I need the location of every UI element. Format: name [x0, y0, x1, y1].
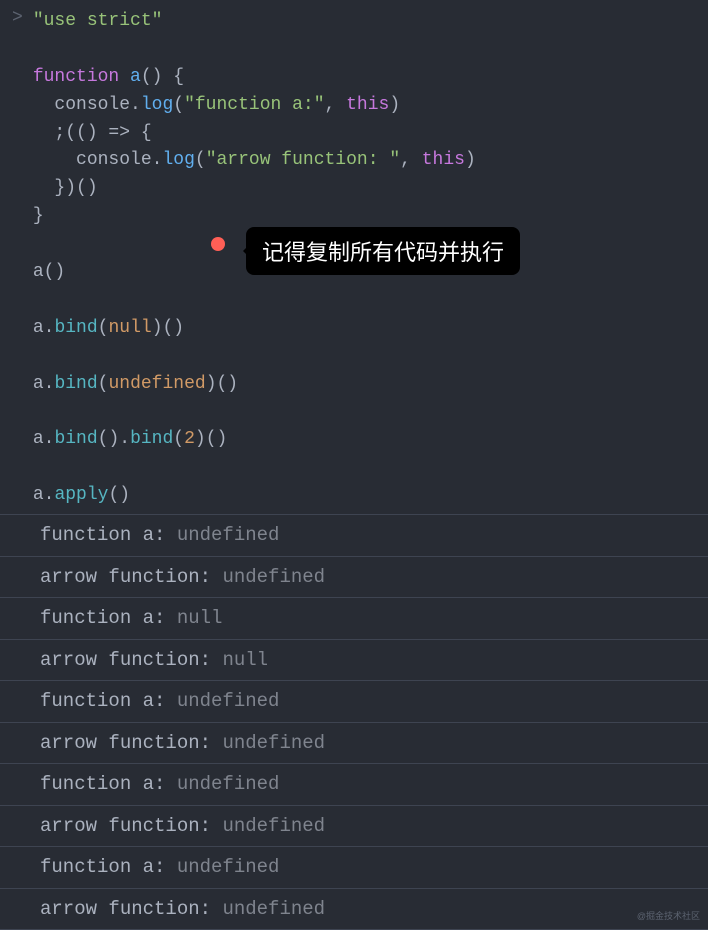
paren: ( [98, 374, 109, 394]
dot: . [44, 429, 55, 449]
parens: () [163, 318, 185, 338]
ident-a: a [33, 429, 44, 449]
ident-a: a [33, 374, 44, 394]
output-value: undefined [177, 690, 280, 712]
dot: . [130, 95, 141, 115]
brace: } [33, 206, 44, 226]
output-label: function a: [40, 607, 165, 629]
tooltip-text: 记得复制所有代码并执行 [262, 235, 504, 267]
breakpoint-dot-icon [211, 237, 225, 251]
output-label: arrow function: [40, 815, 222, 837]
string-literal: "function a:" [184, 95, 324, 115]
ident-a: a [33, 485, 44, 505]
bind-method: bind [54, 318, 97, 338]
output-value: undefined [222, 815, 325, 837]
output-label: arrow function: [40, 732, 222, 754]
output-line: arrow function: undefined [0, 723, 708, 765]
output-value: null [222, 649, 268, 671]
output-line: arrow function: null [0, 640, 708, 682]
ident-a: a [33, 318, 44, 338]
paren: ) [152, 318, 163, 338]
output-line: arrow function: undefined [0, 557, 708, 599]
hint-tooltip: 记得复制所有代码并执行 [246, 227, 520, 275]
output-label: function a: [40, 690, 165, 712]
output-line: function a: null [0, 598, 708, 640]
console-obj: console [54, 95, 130, 115]
output-label: arrow function: [40, 566, 222, 588]
paren: ( [98, 318, 109, 338]
dot: . [44, 485, 55, 505]
output-label: arrow function: [40, 898, 222, 920]
paren: ) [195, 429, 206, 449]
dot: . [119, 429, 130, 449]
output-value: undefined [177, 524, 280, 546]
output-label: arrow function: [40, 649, 222, 671]
devtools-console: > "use strict" function a() { console.lo… [0, 0, 708, 930]
this-keyword: this [346, 95, 389, 115]
parens: () [108, 485, 130, 505]
indent [33, 147, 76, 175]
output-line: function a: undefined [0, 847, 708, 889]
output-value: undefined [177, 773, 280, 795]
arrow: ) => { [87, 123, 152, 143]
parens: () [141, 67, 163, 87]
parens: () [206, 429, 228, 449]
paren: ) [389, 95, 400, 115]
call-a: a() [33, 262, 65, 282]
comma: , [325, 95, 347, 115]
bind-method: bind [54, 429, 97, 449]
output-value: undefined [177, 856, 280, 878]
parens: () [98, 429, 120, 449]
output-value: undefined [222, 898, 325, 920]
console-output: function a: undefinedarrow function: und… [0, 514, 708, 930]
parens: () [217, 374, 239, 394]
output-value: undefined [222, 566, 325, 588]
output-label: function a: [40, 773, 165, 795]
arrow-iife-start: ;(( [33, 123, 87, 143]
log-method: log [162, 150, 194, 170]
paren: ( [195, 150, 206, 170]
bind-method: bind [130, 429, 173, 449]
output-value: undefined [222, 732, 325, 754]
output-label: function a: [40, 524, 165, 546]
comma: , [400, 150, 422, 170]
indent [33, 92, 55, 120]
output-label: function a: [40, 856, 165, 878]
paren: ) [465, 150, 476, 170]
output-value: null [177, 607, 223, 629]
number-literal: 2 [184, 429, 195, 449]
paren: ( [173, 429, 184, 449]
watermark-text: @掘金技术社区 [637, 909, 700, 922]
paren: ) [206, 374, 217, 394]
string-literal: "use strict" [33, 11, 163, 31]
string-literal: "arrow function: " [206, 150, 400, 170]
console-obj: console [76, 150, 152, 170]
log-method: log [141, 95, 173, 115]
brace: { [162, 67, 184, 87]
keyword-function: function [33, 67, 119, 87]
bind-method: bind [54, 374, 97, 394]
undefined-literal: undefined [108, 374, 205, 394]
apply-method: apply [54, 485, 108, 505]
null-literal: null [108, 318, 151, 338]
prompt-chevron: > [0, 8, 33, 510]
arrow-iife-end: })() [33, 178, 98, 198]
dot: . [44, 318, 55, 338]
output-line: function a: undefined [0, 764, 708, 806]
output-line: arrow function: undefined [0, 889, 708, 930]
dot: . [44, 374, 55, 394]
output-line: function a: undefined [0, 515, 708, 557]
paren: ( [173, 95, 184, 115]
output-line: function a: undefined [0, 681, 708, 723]
dot: . [152, 150, 163, 170]
output-line: arrow function: undefined [0, 806, 708, 848]
function-name: a [130, 67, 141, 87]
this-keyword: this [422, 150, 465, 170]
